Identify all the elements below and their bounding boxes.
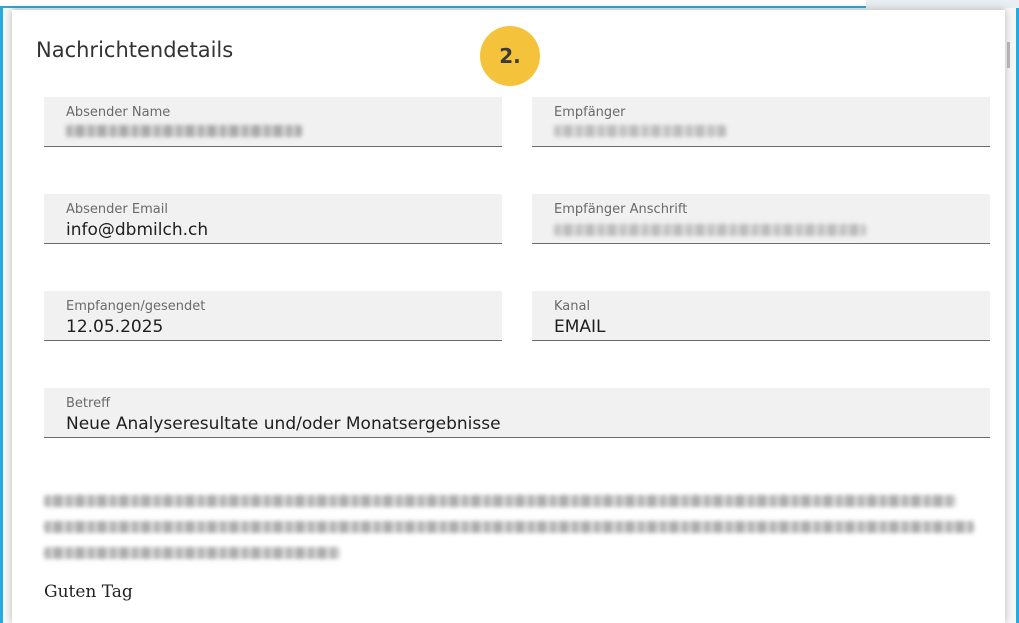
- channel-label: Kanal: [554, 299, 591, 314]
- background-page-left: [0, 8, 12, 623]
- sender-name-redacted: [66, 125, 302, 137]
- redacted-message-line: [44, 521, 974, 533]
- channel-value: EMAIL: [554, 317, 606, 337]
- subject-field[interactable]: Betreff Neue Analyseresultate und/oder M…: [44, 388, 990, 438]
- sender-email-value: info@dbmilch.ch: [66, 220, 209, 240]
- message-greeting: Guten Tag: [44, 582, 133, 602]
- recipient-field[interactable]: Empfänger: [532, 97, 990, 147]
- received-sent-field[interactable]: Empfangen/gesendet 12.05.2025: [44, 291, 502, 341]
- message-details-dialog: Nachrichtendetails 2. Absender Name Empf…: [12, 10, 1005, 623]
- channel-field[interactable]: Kanal EMAIL: [532, 291, 990, 341]
- recipient-redacted: [554, 125, 726, 137]
- redacted-message-line: [44, 547, 340, 559]
- received-sent-label: Empfangen/gesendet: [66, 299, 206, 314]
- sender-name-label: Absender Name: [66, 105, 171, 120]
- sender-email-field[interactable]: Absender Email info@dbmilch.ch: [44, 194, 502, 244]
- dialog-title: Nachrichtendetails: [36, 38, 234, 62]
- recipient-label: Empfänger: [554, 105, 626, 120]
- recipient-address-label: Empfänger Anschrift: [554, 202, 688, 217]
- recipient-address-field[interactable]: Empfänger Anschrift: [532, 194, 990, 244]
- sender-email-label: Absender Email: [66, 202, 168, 217]
- redacted-message-line: [44, 495, 956, 507]
- sender-name-field[interactable]: Absender Name: [44, 97, 502, 147]
- background-scroll-marker: [1007, 42, 1010, 68]
- recipient-address-redacted: [554, 224, 866, 236]
- step-badge: 2.: [480, 26, 540, 86]
- subject-label: Betreff: [66, 396, 111, 411]
- received-sent-value: 12.05.2025: [66, 317, 164, 337]
- top-frame-bar: [0, 0, 866, 8]
- subject-value: Neue Analyseresultate und/oder Monatserg…: [66, 414, 501, 434]
- background-page-right: [1005, 8, 1019, 623]
